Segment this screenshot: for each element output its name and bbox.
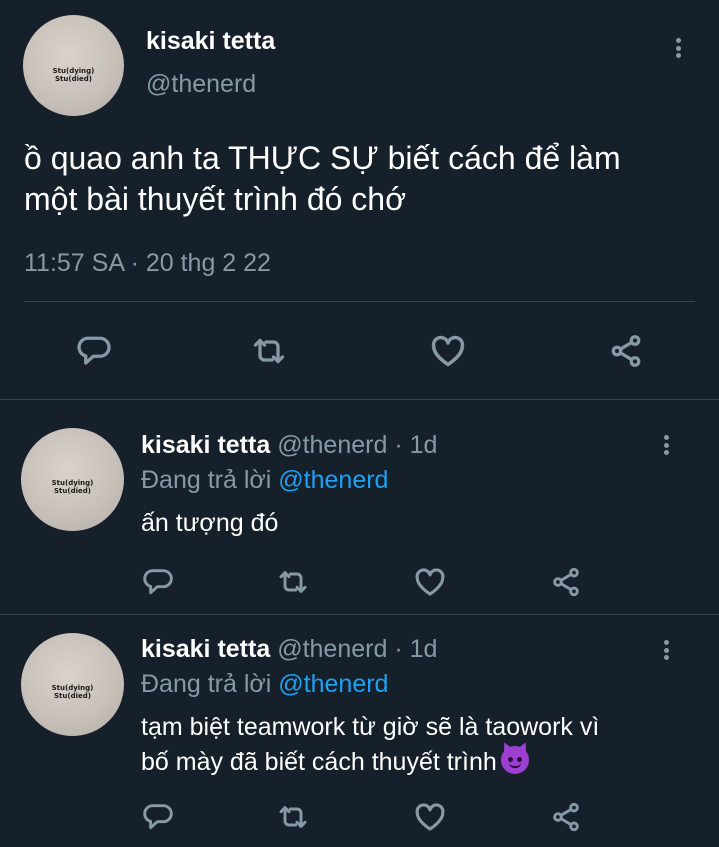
divider (0, 399, 719, 400)
author-name[interactable]: kisaki tetta (146, 27, 275, 56)
tweet-timestamp[interactable]: 11:57 SA · 20 thg 2 22 (24, 249, 271, 278)
avatar-shirt-text: Stu(dying) Stu(died) (51, 478, 94, 495)
divider (0, 614, 719, 615)
reply-icon[interactable] (73, 330, 115, 372)
like-icon[interactable] (410, 562, 450, 602)
mention-link[interactable]: @thenerd (278, 670, 388, 698)
mention-link[interactable]: @thenerd (278, 466, 388, 494)
divider (24, 301, 695, 302)
author-name[interactable]: kisaki tetta (141, 635, 270, 663)
retweet-icon[interactable] (248, 330, 290, 372)
tweet-text: ồ quao anh ta THỰC SỰ biết cách để làm m… (24, 140, 621, 217)
author-handle[interactable]: @thenerd (277, 635, 387, 663)
more-options-icon[interactable] (656, 636, 676, 664)
reply-icon[interactable] (138, 797, 178, 837)
more-options-icon[interactable] (668, 34, 688, 62)
share-icon[interactable] (605, 330, 647, 372)
avatar[interactable]: Stu(dying) Stu(died) (21, 633, 124, 736)
reply-text: ấn tượng đó (141, 509, 279, 537)
author-handle[interactable]: @thenerd (277, 431, 387, 459)
author-handle[interactable]: @thenerd (146, 70, 256, 99)
share-icon[interactable] (546, 562, 586, 602)
author-name[interactable]: kisaki tetta (141, 431, 270, 459)
avatar[interactable]: Stu(dying) Stu(died) (21, 428, 124, 531)
retweet-icon[interactable] (273, 562, 313, 602)
reply-time[interactable]: 1d (410, 431, 438, 459)
retweet-icon[interactable] (273, 797, 313, 837)
reply-text: tạm biệt teamwork từ giờ sẽ là taowork v… (141, 713, 600, 776)
avatar[interactable]: Stu(dying) Stu(died) (23, 15, 124, 116)
smiling-imp-emoji (500, 740, 530, 774)
like-icon[interactable] (410, 797, 450, 837)
tweet-thread: Stu(dying) Stu(died) kisaki tetta @thene… (0, 0, 719, 847)
share-icon[interactable] (546, 797, 586, 837)
reply-header: kisaki tetta @thenerd · 1d (141, 635, 437, 664)
separator-dot: · (394, 635, 403, 663)
like-icon[interactable] (427, 330, 469, 372)
reply-icon[interactable] (138, 562, 178, 602)
more-options-icon[interactable] (656, 431, 676, 459)
separator-dot: · (394, 431, 403, 459)
reply-time[interactable]: 1d (410, 635, 438, 663)
reply-header: kisaki tetta @thenerd · 1d (141, 431, 437, 460)
avatar-shirt-text: Stu(dying) Stu(died) (52, 66, 95, 83)
avatar-shirt-text: Stu(dying) Stu(died) (51, 683, 94, 700)
replying-to: Đang trả lời @thenerd (141, 670, 389, 698)
replying-to: Đang trả lời @thenerd (141, 466, 389, 494)
